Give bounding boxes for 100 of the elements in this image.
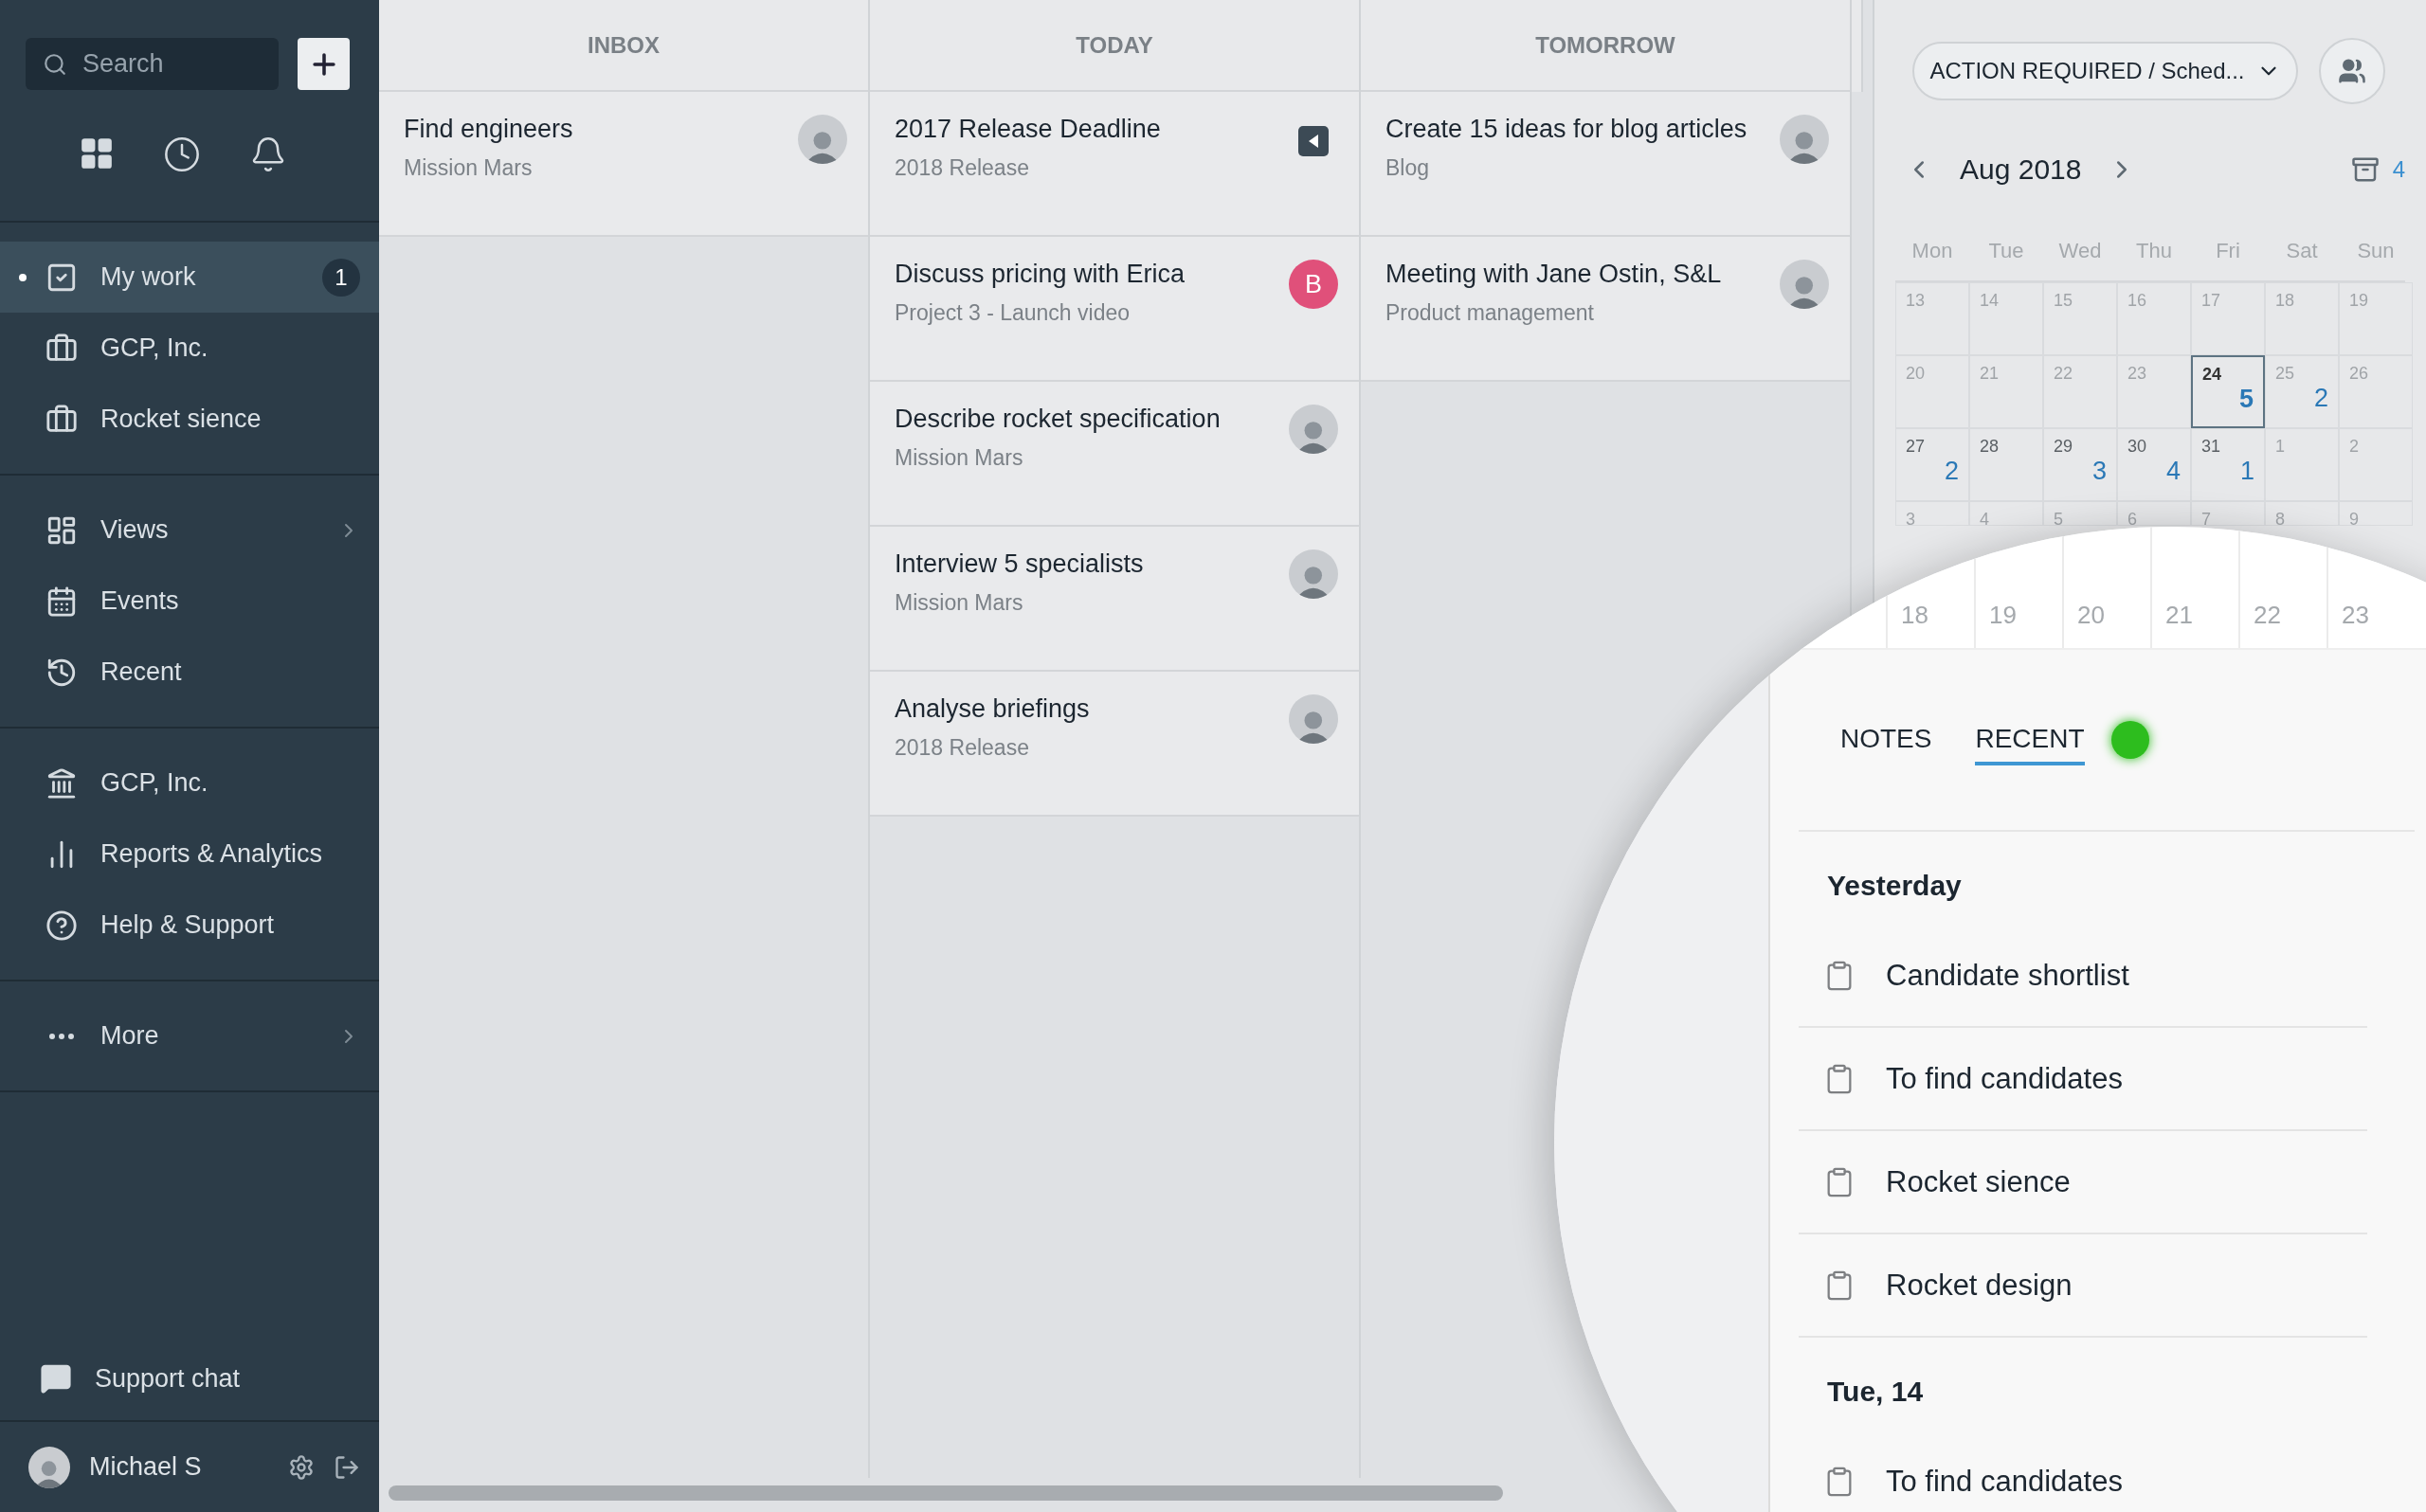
nav-label: Reports & Analytics xyxy=(100,839,324,869)
nav-item[interactable]: GCP, Inc. xyxy=(0,747,379,819)
bank-icon xyxy=(45,766,78,800)
play-back-icon xyxy=(1298,126,1329,156)
nav-label: GCP, Inc. xyxy=(100,768,209,798)
recent-item[interactable]: Candidate shortlist xyxy=(1799,925,2367,1028)
section-heading: Tue, 14 xyxy=(1826,1375,1925,1409)
nav-item[interactable]: Events xyxy=(0,566,379,637)
task-project: 2018 Release xyxy=(895,155,1030,181)
calendar-day[interactable]: 25 2 xyxy=(2265,355,2339,428)
recent-item[interactable]: Rocket sience xyxy=(1799,1131,2367,1234)
nav-item[interactable]: Views xyxy=(0,495,379,566)
task-project: Project 3 - Launch video xyxy=(895,300,1132,326)
nav-item[interactable]: Help & Support xyxy=(0,890,379,961)
day-number: 18 xyxy=(1886,527,1974,648)
day-number: 1 xyxy=(2275,437,2285,457)
task-card[interactable]: Analyse briefings 2018 Release xyxy=(870,672,1359,817)
recent-item[interactable]: Rocket design xyxy=(1799,1234,2367,1338)
filter-dropdown[interactable]: ACTION REQUIRED / Sched... xyxy=(1912,42,2298,100)
settings-icon[interactable] xyxy=(288,1453,315,1481)
logout-icon[interactable] xyxy=(334,1453,360,1481)
event-count: 2 xyxy=(2313,384,2328,413)
day-number: 13 xyxy=(1906,291,1926,311)
nav-item[interactable]: Recent xyxy=(0,637,379,708)
calendar-day[interactable]: 28 xyxy=(1969,428,2043,501)
day-number: 16 xyxy=(2127,291,2147,311)
task-card[interactable]: Find engineers Mission Mars xyxy=(379,92,868,237)
search-field[interactable]: Search xyxy=(26,38,279,90)
weekday-label: Wed xyxy=(2057,239,2103,264)
task-title: Discuss pricing with Erica xyxy=(895,260,1186,289)
nav-item[interactable]: GCP, Inc. xyxy=(0,313,379,384)
task-title: Analyse briefings xyxy=(895,694,1091,724)
day-number: 17 xyxy=(2201,291,2221,311)
weekday-label: Fri xyxy=(2215,239,2241,264)
avatar xyxy=(1289,549,1338,599)
column-header: TODAY xyxy=(870,0,1359,92)
calendar-day[interactable]: 30 4 xyxy=(2117,428,2191,501)
archive-icon[interactable] xyxy=(2350,155,2380,184)
event-count: 1 xyxy=(2239,457,2254,486)
day-number: 27 xyxy=(1906,437,1926,457)
weekday-label: Tue xyxy=(1987,239,2025,264)
day-number: 23 xyxy=(2127,364,2147,384)
nav-label: Help & Support xyxy=(100,910,276,940)
task-project: Blog xyxy=(1385,155,1431,181)
recent-item[interactable]: To find candidates xyxy=(1799,1431,2367,1512)
day-number: 22 xyxy=(2054,364,2073,384)
task-title: Interview 5 specialists xyxy=(895,549,1145,579)
day-number: 14 xyxy=(1980,291,2000,311)
task-card[interactable]: Describe rocket specification Mission Mars xyxy=(870,382,1359,527)
task-card[interactable]: Create 15 ideas for blog articles Blog xyxy=(1361,92,1850,237)
day-number: 3 xyxy=(1906,510,1915,525)
day-number: 7 xyxy=(2201,510,2211,525)
task-card[interactable]: Discuss pricing with Erica Project 3 - Launch video B xyxy=(870,237,1359,382)
day-number: 31 xyxy=(2201,437,2221,457)
nav-item[interactable]: More xyxy=(0,1000,379,1071)
weekday-label: Sat xyxy=(2285,239,2319,264)
calendar-icon xyxy=(45,585,78,618)
day-number: 26 xyxy=(2349,364,2369,384)
task-card[interactable]: Interview 5 specialists Mission Mars xyxy=(870,527,1359,672)
day-number: 29 xyxy=(2054,437,2073,457)
nav-item[interactable]: Rocket sience xyxy=(0,384,379,455)
calendar-day[interactable]: 27 2 xyxy=(1895,428,1969,501)
avatar xyxy=(1289,694,1338,744)
task-card[interactable]: 2017 Release Deadline 2018 Release xyxy=(870,92,1359,237)
nav-label: GCP, Inc. xyxy=(100,333,209,363)
task-title: Find engineers xyxy=(404,115,574,144)
scrollbar[interactable] xyxy=(389,1485,1503,1501)
clock-icon[interactable] xyxy=(163,135,201,173)
day-number: 25 xyxy=(2275,364,2295,384)
event-count: 5 xyxy=(2238,385,2254,414)
day-number: 21 xyxy=(1980,364,2000,384)
calendar-day[interactable]: 31 1 xyxy=(2191,428,2265,501)
calendar-day[interactable]: 24 5 xyxy=(2191,355,2265,428)
task-title: Describe rocket specification xyxy=(895,405,1222,434)
day-number: 28 xyxy=(1980,437,2000,457)
panel-tab[interactable]: RECENT xyxy=(1975,714,2085,765)
avatar xyxy=(1289,405,1338,454)
nav-item[interactable]: My work 1 xyxy=(0,242,379,313)
day-number: 4 xyxy=(1980,510,1989,525)
panel-tab[interactable]: NOTES xyxy=(1840,714,1932,765)
event-count: 4 xyxy=(2165,457,2181,486)
nav-label: Events xyxy=(100,586,180,616)
nav-item[interactable]: Reports & Analytics xyxy=(0,819,379,890)
task-card[interactable]: Meeting with Jane Ostin, S&L Product management xyxy=(1361,237,1850,382)
avatar: B xyxy=(1289,260,1338,309)
recent-item[interactable]: To find candidates xyxy=(1799,1028,2367,1131)
column-header: TOMORROW xyxy=(1361,0,1850,92)
count-badge: 1 xyxy=(322,258,360,297)
day-number: 5 xyxy=(2054,510,2063,525)
archive-count: 4 xyxy=(2392,156,2405,183)
day-number: 20 xyxy=(2062,527,2150,648)
add-button[interactable] xyxy=(298,38,350,90)
day-number: 20 xyxy=(1906,364,1926,384)
task-project: Mission Mars xyxy=(404,155,534,181)
selected-dot xyxy=(19,274,27,281)
avatar xyxy=(798,115,847,164)
calendar-day[interactable]: 29 3 xyxy=(2043,428,2117,501)
support-chat[interactable]: Support chat xyxy=(0,1337,379,1422)
day-number: 9 xyxy=(2349,510,2359,525)
task-project: Mission Mars xyxy=(895,445,1024,471)
